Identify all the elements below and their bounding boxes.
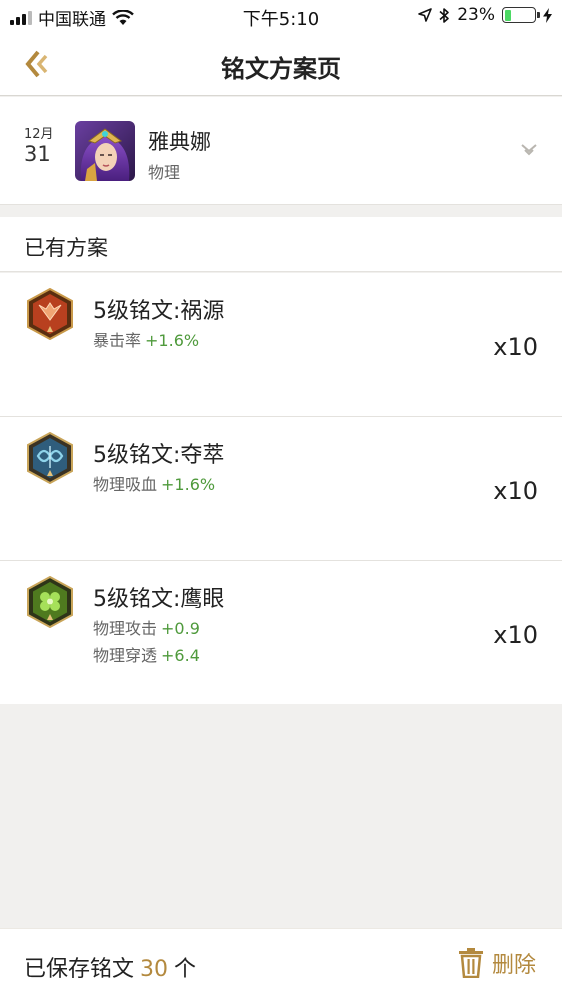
inscription-name: 5级铭文:鹰眼 — [93, 587, 225, 612]
charging-icon — [543, 7, 552, 23]
blue-inscription-icon — [27, 432, 73, 484]
saved-suffix: 个 — [174, 957, 197, 982]
inscription-row[interactable]: 5级铭文:祸源 暴击率 +1.6% x10 — [0, 273, 562, 417]
inscription-count: x10 — [493, 477, 538, 505]
inscription-row[interactable]: 5级铭文:鹰眼 物理攻击 +0.9 物理穿透 +6.4 x10 — [0, 561, 562, 704]
inscription-row[interactable]: 5级铭文:夺萃 物理吸血 +1.6% x10 — [0, 417, 562, 561]
stat-label: 物理吸血 — [93, 475, 158, 494]
stat-value: +6.4 — [161, 646, 200, 665]
hero-avatar — [75, 121, 135, 181]
red-inscription-icon — [27, 288, 73, 340]
delete-button[interactable]: 删除 — [458, 947, 536, 979]
stat-label: 物理穿透 — [93, 646, 158, 665]
inscription-count: x10 — [493, 621, 538, 649]
inscription-stat: 物理攻击 +0.9 — [93, 615, 200, 639]
battery-percent: 23% — [457, 5, 495, 25]
hero-selector[interactable]: 12月 31 雅典娜 物理 — [0, 97, 562, 205]
saved-count: 30 — [140, 957, 169, 982]
stat-label: 物理攻击 — [93, 619, 158, 638]
inscription-list: 5级铭文:祸源 暴击率 +1.6% x10 5级铭文:夺萃 物理吸血 +1.6% x… — [0, 273, 562, 704]
hero-type: 物理 — [148, 163, 181, 182]
location-icon — [418, 8, 433, 22]
status-right: 23% — [418, 5, 552, 25]
saved-prefix: 已保存铭文 — [24, 957, 135, 982]
footer-bar: 已保存铭文 30 个 删除 — [0, 928, 562, 1000]
battery-icon — [502, 7, 540, 23]
stat-value: +0.9 — [161, 619, 200, 638]
section-header: 已有方案 — [0, 217, 562, 272]
inscription-stat: 物理吸血 +1.6% — [93, 471, 215, 495]
trash-icon — [458, 948, 483, 978]
stat-value: +1.6% — [145, 331, 200, 350]
inscription-stat: 物理穿透 +6.4 — [93, 642, 200, 666]
hero-date: 12月 31 — [24, 123, 54, 166]
inscription-count: x10 — [493, 333, 538, 361]
page-title: 铭文方案页 — [221, 55, 341, 83]
delete-label: 删除 — [491, 953, 536, 978]
section-title: 已有方案 — [24, 236, 108, 260]
green-inscription-icon — [27, 576, 73, 628]
inscription-stat: 暴击率 +1.6% — [93, 327, 199, 351]
hero-name: 雅典娜 — [148, 130, 211, 154]
chevron-down-icon[interactable] — [519, 142, 539, 158]
nav-bar: 铭文方案页 — [0, 34, 562, 96]
bluetooth-icon — [439, 7, 450, 23]
saved-summary: 已保存铭文 30 个 — [24, 951, 196, 983]
date-month: 12月 — [24, 127, 54, 142]
section-gap — [0, 205, 562, 217]
stat-label: 暴击率 — [93, 331, 142, 350]
inscription-name: 5级铭文:夺萃 — [93, 443, 225, 468]
battery-fill — [504, 9, 512, 21]
stat-value: +1.6% — [161, 475, 216, 494]
date-day: 31 — [24, 142, 51, 166]
status-bar: 中国联通 下午5:10 23% — [0, 0, 562, 34]
inscription-name: 5级铭文:祸源 — [93, 299, 225, 324]
